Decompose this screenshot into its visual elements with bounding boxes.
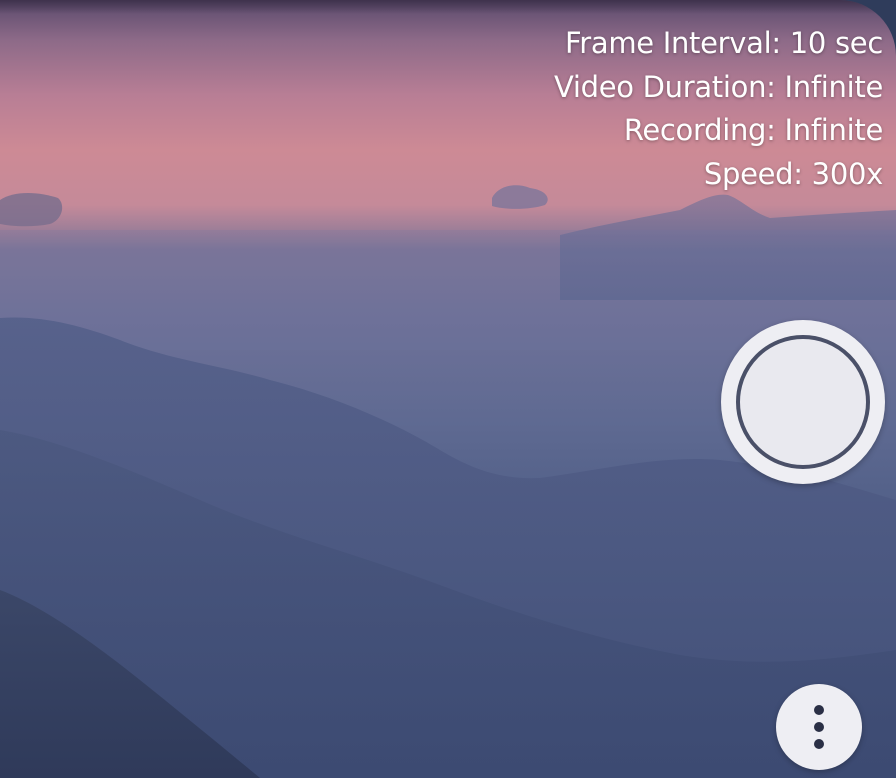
menu-dot-top: [814, 705, 824, 715]
record-button[interactable]: [721, 320, 885, 484]
cloud-center: [492, 185, 548, 209]
recording-text: Recording: Infinite: [623, 113, 883, 147]
frame-interval-text: Frame Interval: 10 sec: [564, 26, 883, 60]
top-shadow: [0, 0, 896, 14]
record-circle-icon: [736, 335, 870, 469]
timelapse-info-panel: Frame Interval: 10 sec Video Duration: I…: [554, 22, 883, 196]
camera-viewfinder: Frame Interval: 10 sec Video Duration: I…: [0, 0, 896, 778]
video-duration-text: Video Duration: Infinite: [553, 69, 883, 104]
speed-text: Speed: 300x: [703, 156, 883, 191]
menu-dot-bottom: [814, 739, 824, 749]
cloud-left: [0, 193, 63, 227]
more-options-button[interactable]: [776, 684, 862, 770]
menu-dot-middle: [814, 722, 824, 732]
